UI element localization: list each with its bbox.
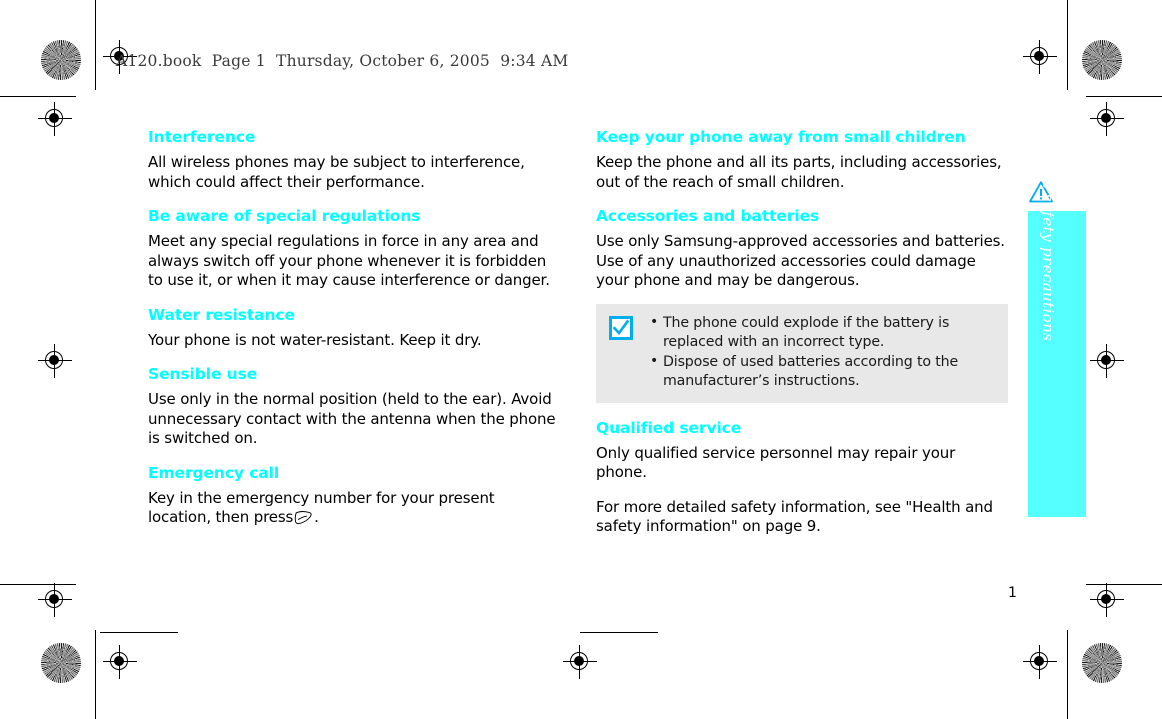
battery-warning-note-box: The phone could explode if the battery i… xyxy=(596,303,1008,403)
section-body-emergency-call-text: Key in the emergency number for your pre… xyxy=(148,488,495,527)
side-tab-important-safety-precautions: Important safety precautions xyxy=(1028,109,1086,517)
checkbox-checked-icon xyxy=(609,315,633,340)
section-body-interference: All wireless phones may be subject to in… xyxy=(148,153,525,191)
battery-warning-list: The phone could explode if the battery i… xyxy=(647,313,996,392)
section-heading-emergency-call: Emergency call xyxy=(148,463,280,482)
section-body-emergency-call: Key in the emergency number for your pre… xyxy=(148,489,560,528)
section-heading-qualified-service: Qualified service xyxy=(596,418,742,437)
section-body-special-regulations: Meet any special regulations in force in… xyxy=(148,232,550,289)
send-key-icon xyxy=(294,510,313,525)
section-heading-keep-away-children: Keep your phone away from small children xyxy=(596,128,966,146)
section-heading-interference: Interference xyxy=(148,128,256,146)
section-heading-special-regulations: Be aware of special regulations xyxy=(148,207,421,225)
right-column: Keep your phone away from small children… xyxy=(596,128,1008,552)
left-column: Interference All wireless phones may be … xyxy=(148,128,560,543)
section-body-more-info: For more detailed safety information, se… xyxy=(596,497,993,536)
section-body-sensible-use: Use only in the normal position (held to… xyxy=(148,390,556,447)
section-heading-water-resistance: Water resistance xyxy=(148,305,295,324)
list-item: The phone could explode if the battery i… xyxy=(650,313,996,352)
page-content: Interference All wireless phones may be … xyxy=(0,0,1162,719)
section-body-water-resistance: Your phone is not water-resistant. Keep … xyxy=(148,330,482,349)
page-number: 1 xyxy=(1008,585,1017,601)
section-body-emergency-call-period: . xyxy=(314,508,319,526)
section-body-accessories-batteries: Use only Samsung-approved accessories an… xyxy=(596,232,1005,289)
list-item: Dispose of used batteries according to t… xyxy=(650,352,996,391)
section-body-keep-away-children: Keep the phone and all its parts, includ… xyxy=(596,153,1002,191)
section-body-qualified-service: Only qualified service personnel may rep… xyxy=(596,443,956,482)
section-heading-sensible-use: Sensible use xyxy=(148,365,258,383)
side-tab-label: Important safety precautions xyxy=(1039,108,1057,342)
section-heading-accessories-batteries: Accessories and batteries xyxy=(596,207,820,225)
